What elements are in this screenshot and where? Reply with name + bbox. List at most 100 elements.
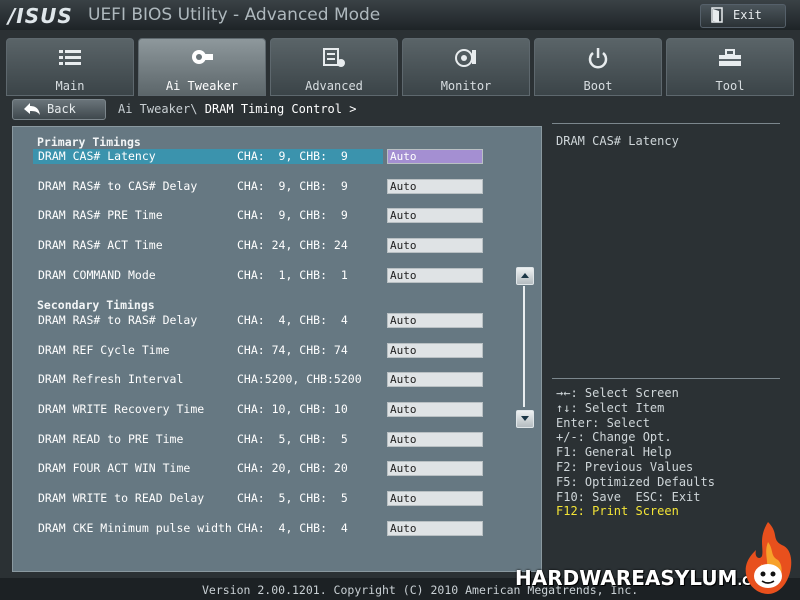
back-label: Back [47, 102, 76, 116]
exit-button[interactable]: Exit [700, 4, 786, 28]
key-hint: +/-: Change Opt. [556, 430, 672, 445]
tab-ai-tweaker[interactable]: Ai Tweaker [138, 38, 266, 96]
setting-name: DRAM READ to PRE Time [38, 432, 184, 446]
setting-row[interactable]: DRAM FOUR ACT WIN Time CHA: 20, CHB: 20 … [33, 461, 483, 476]
breadcrumb-parent[interactable]: Ai Tweaker\ [118, 102, 197, 116]
back-arrow-icon [24, 103, 40, 115]
tab-main-label: Main [55, 79, 85, 93]
setting-input[interactable]: Auto [387, 149, 483, 164]
breadcrumb: Back Ai Tweaker\ DRAM Timing Control > [0, 98, 800, 122]
help-divider-top [552, 123, 780, 124]
setting-row[interactable]: DRAM WRITE Recovery Time CHA: 10, CHB: 1… [33, 402, 483, 417]
setting-row[interactable]: DRAM RAS# to CAS# Delay CHA: 9, CHB: 9 A… [33, 179, 483, 194]
key-hint-print-screen: F12: Print Screen [556, 504, 679, 519]
setting-current-value: CHA: 20, CHB: 20 [237, 461, 348, 475]
timing-settings-panel: Primary Timings DRAM CAS# Latency CHA: 9… [12, 126, 542, 572]
setting-input[interactable]: Auto [387, 402, 483, 417]
setting-input[interactable]: Auto [387, 491, 483, 506]
setting-input[interactable]: Auto [387, 432, 483, 447]
list-icon [59, 50, 81, 65]
key-legend: →←: Select Screen ↑↓: Select Item Enter:… [556, 386, 715, 519]
key-hint: F2: Previous Values [556, 459, 694, 474]
setting-name: DRAM COMMAND Mode [38, 268, 156, 282]
setting-row[interactable]: DRAM CKE Minimum pulse width CHA: 4, CHB… [33, 521, 483, 536]
setting-input[interactable]: Auto [387, 208, 483, 223]
scrollbar-track[interactable] [523, 286, 525, 407]
watermark-text: HARDWAREASYLUM [515, 566, 738, 590]
setting-name: DRAM RAS# to CAS# Delay [38, 179, 198, 193]
setting-input[interactable]: Auto [387, 313, 483, 328]
setting-name: DRAM Refresh Interval [38, 372, 184, 386]
tab-tool-label: Tool [715, 79, 745, 93]
setting-current-value: CHA: 10, CHB: 10 [237, 402, 348, 416]
setting-input[interactable]: Auto [387, 343, 483, 358]
setting-current-value: CHA: 9, CHB: 9 [237, 149, 348, 163]
key-hint: Enter: Select [556, 415, 650, 430]
flame-mascot-icon [745, 522, 792, 594]
key-hint: ↑↓: Select Item [556, 400, 665, 415]
scroll-up-button[interactable] [516, 267, 534, 285]
tab-advanced[interactable]: Advanced [270, 38, 398, 96]
setting-row[interactable]: DRAM RAS# to RAS# Delay CHA: 4, CHB: 4 A… [33, 313, 483, 328]
setting-row[interactable]: DRAM READ to PRE Time CHA: 5, CHB: 5 Aut… [33, 432, 483, 447]
title-bar: /ISUS UEFI BIOS Utility - Advanced Mode … [0, 0, 800, 30]
setting-current-value: CHA:5200, CHB:5200 [237, 372, 362, 386]
setting-input[interactable]: Auto [387, 372, 483, 387]
setting-current-value: CHA: 9, CHB: 9 [237, 208, 348, 222]
chip-settings-icon [323, 48, 345, 67]
setting-current-value: CHA: 9, CHB: 9 [237, 179, 348, 193]
setting-current-value: CHA: 5, CHB: 5 [237, 491, 348, 505]
breadcrumb-path: Ai Tweaker\ DRAM Timing Control > [118, 102, 356, 116]
setting-current-value: CHA: 24, CHB: 24 [237, 238, 348, 252]
setting-name: DRAM CAS# Latency [38, 149, 156, 163]
section-primary-timings: Primary Timings [37, 135, 141, 149]
section-secondary-timings: Secondary Timings [37, 298, 155, 312]
tab-ai-tweaker-label: Ai Tweaker [165, 79, 239, 93]
tab-tool[interactable]: Tool [666, 38, 794, 96]
breadcrumb-current: DRAM Timing Control > [204, 102, 357, 116]
setting-row[interactable]: DRAM RAS# PRE Time CHA: 9, CHB: 9 Auto [33, 208, 483, 223]
setting-name: DRAM WRITE Recovery Time [38, 402, 205, 416]
setting-name: DRAM FOUR ACT WIN Time [38, 461, 191, 475]
setting-row[interactable]: DRAM COMMAND Mode CHA: 1, CHB: 1 Auto [33, 268, 483, 283]
help-divider-bottom [552, 378, 780, 379]
setting-current-value: CHA: 4, CHB: 4 [237, 313, 348, 327]
setting-input[interactable]: Auto [387, 268, 483, 283]
tab-monitor-label: Monitor [440, 79, 492, 93]
tab-monitor[interactable]: Monitor [402, 38, 530, 96]
setting-current-value: CHA: 4, CHB: 4 [237, 521, 348, 535]
setting-name: DRAM RAS# PRE Time [38, 208, 163, 222]
tab-boot-label: Boot [583, 79, 613, 93]
setting-current-value: CHA: 5, CHB: 5 [237, 432, 348, 446]
setting-name: DRAM RAS# ACT Time [38, 238, 163, 252]
toolbox-icon [719, 49, 741, 66]
setting-row[interactable]: DRAM REF Cycle Time CHA: 74, CHB: 74 Aut… [33, 343, 483, 358]
app-title: UEFI BIOS Utility - Advanced Mode [88, 5, 381, 25]
setting-current-value: CHA: 74, CHB: 74 [237, 343, 348, 357]
power-icon [588, 48, 608, 69]
tab-advanced-label: Advanced [305, 79, 363, 93]
setting-input[interactable]: Auto [387, 521, 483, 536]
tab-boot[interactable]: Boot [534, 38, 662, 96]
setting-row[interactable]: DRAM Refresh Interval CHA:5200, CHB:5200… [33, 372, 483, 387]
main-tabs: Main Ai Tweaker Advanced Monitor Boot To… [0, 38, 800, 96]
setting-input[interactable]: Auto [387, 179, 483, 194]
setting-input[interactable]: Auto [387, 461, 483, 476]
fan-monitor-icon [455, 49, 476, 67]
tab-main[interactable]: Main [6, 38, 134, 96]
setting-current-value: CHA: 1, CHB: 1 [237, 268, 348, 282]
setting-name: DRAM REF Cycle Time [38, 343, 170, 357]
setting-name: DRAM CKE Minimum pulse width [38, 521, 232, 535]
scroll-down-button[interactable] [516, 410, 534, 428]
setting-name: DRAM RAS# to RAS# Delay [38, 313, 198, 327]
exit-door-icon [711, 7, 723, 23]
exit-label: Exit [733, 8, 762, 22]
setting-row[interactable]: DRAM WRITE to READ Delay CHA: 5, CHB: 5 … [33, 491, 483, 506]
key-hint: →←: Select Screen [556, 386, 679, 400]
asus-logo: /ISUS [8, 4, 73, 28]
setting-row[interactable]: DRAM RAS# ACT Time CHA: 24, CHB: 24 Auto [33, 238, 483, 253]
site-watermark: HARDWAREASYLUM.COM [515, 566, 773, 596]
setting-input[interactable]: Auto [387, 238, 483, 253]
back-button[interactable]: Back [12, 99, 106, 120]
setting-row[interactable]: DRAM CAS# Latency CHA: 9, CHB: 9 Auto [33, 149, 483, 164]
